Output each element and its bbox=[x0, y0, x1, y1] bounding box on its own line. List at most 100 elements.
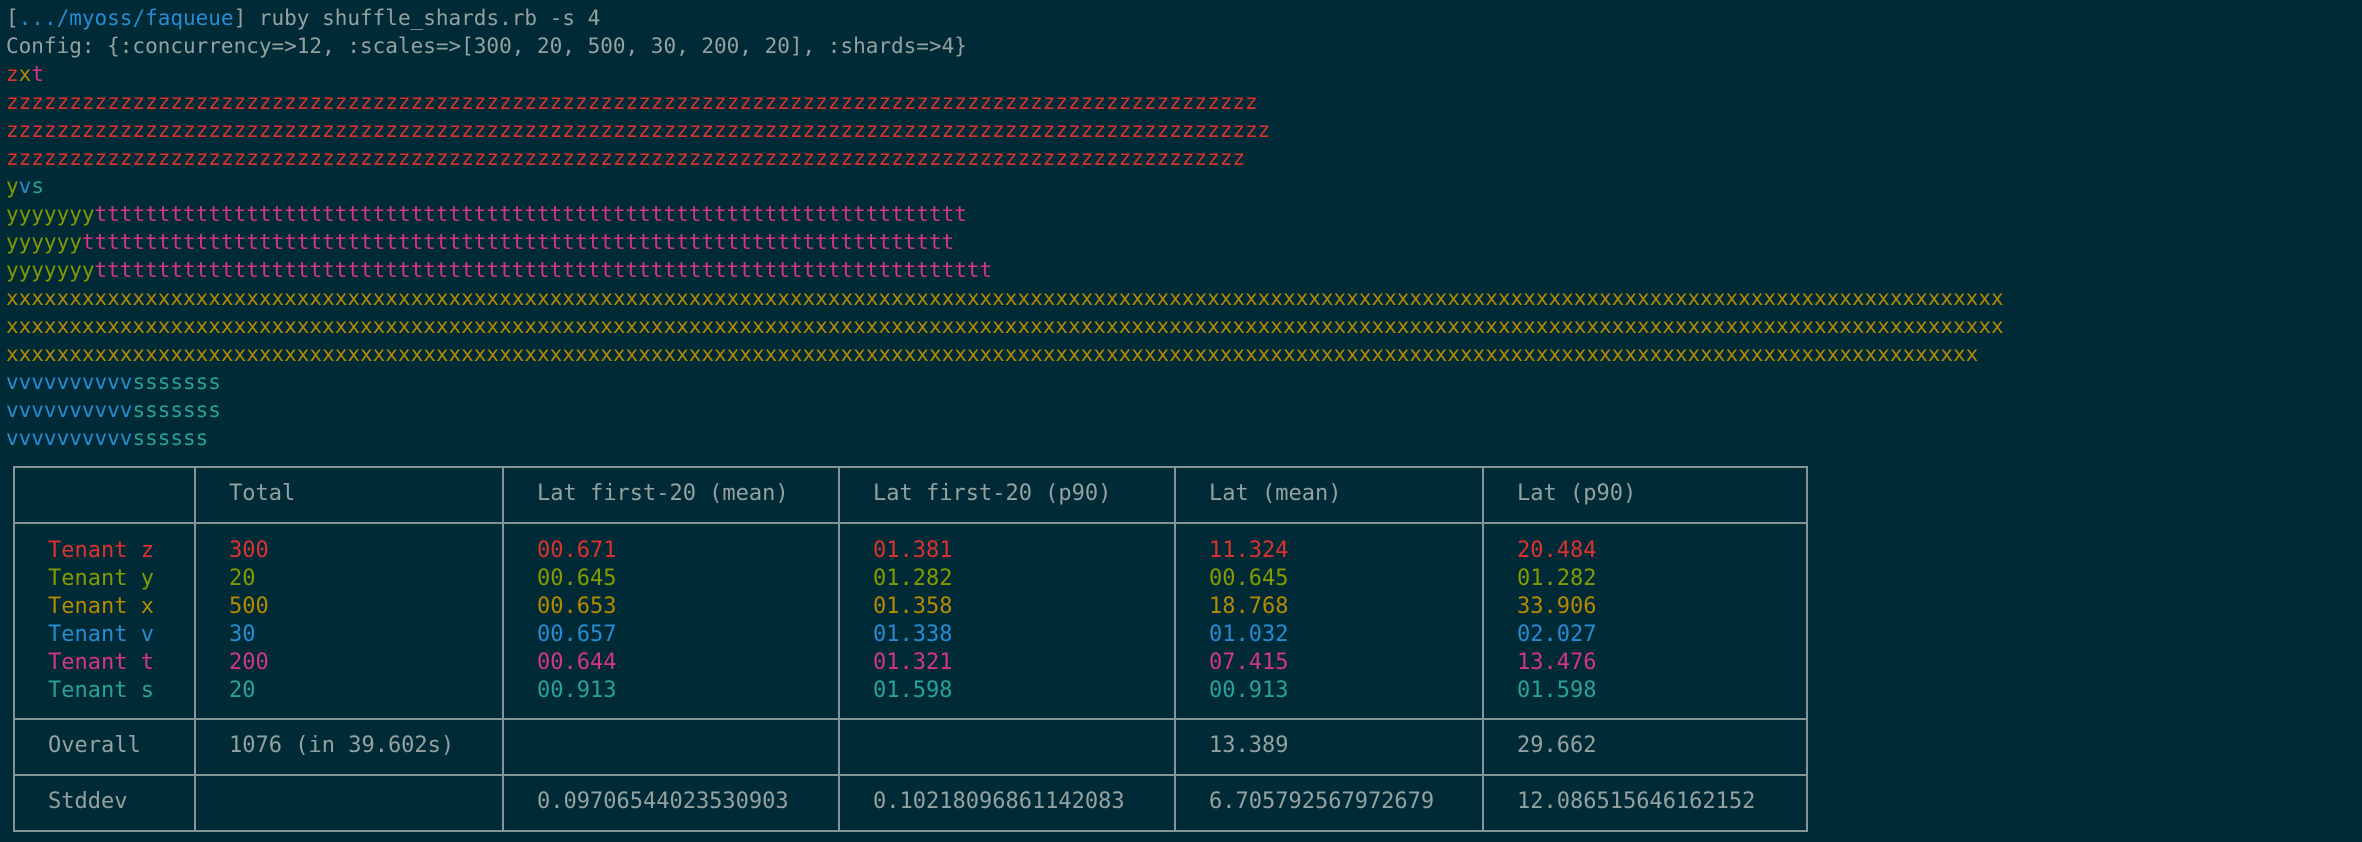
output-segment: xxxxxxxxxxxxxxxxxxxxxxxxxxxxxxxxxxxxxxxx… bbox=[6, 286, 2004, 310]
table-border-horizontal bbox=[13, 466, 1808, 468]
output-segment: zzzzzzzzzzzzzzzzzzzzzzzzzzzzzzzzzzzzzzzz… bbox=[6, 90, 1258, 114]
stddev-value: 6.705792567972679 bbox=[1209, 789, 1435, 814]
shard-row-line: zzzzzzzzzzzzzzzzzzzzzzzzzzzzzzzzzzzzzzzz… bbox=[6, 116, 1270, 144]
output-segment: yyyyyyy bbox=[6, 258, 95, 282]
table-border-vertical bbox=[1482, 466, 1484, 832]
tenant-value: 30 bbox=[229, 622, 256, 647]
stddev-value: 0.09706544023530903 bbox=[537, 789, 789, 814]
column-header: Lat (mean) bbox=[1209, 481, 1342, 506]
output-segment: vvvvvvvvvv bbox=[6, 426, 133, 450]
output-segment: z bbox=[6, 62, 19, 86]
prompt-command: ] ruby shuffle_shards.rb -s 4 bbox=[233, 6, 601, 30]
tenant-value: 00.913 bbox=[537, 678, 617, 703]
shard-row-line: xxxxxxxxxxxxxxxxxxxxxxxxxxxxxxxxxxxxxxxx… bbox=[6, 340, 1978, 368]
column-header: Lat first-20 (p90) bbox=[873, 481, 1112, 506]
shard-row-line: vvvvvvvvvvsssssss bbox=[6, 396, 221, 424]
shard-row-line: yyyyyyyttttttttttttttttttttttttttttttttt… bbox=[6, 200, 967, 228]
tenant-label: Tenant v bbox=[48, 622, 154, 647]
output-segment: tttttttttttttttttttttttttttttttttttttttt… bbox=[94, 202, 967, 226]
output-segment: yyyyyy bbox=[6, 230, 82, 254]
tenant-value: 01.338 bbox=[873, 622, 953, 647]
output-segment: vvvvvvvvvv bbox=[6, 398, 133, 422]
table-border-vertical bbox=[194, 466, 196, 832]
stddev-value: 12.086515646162152 bbox=[1517, 789, 1756, 814]
tenant-value: 00.671 bbox=[537, 538, 617, 563]
shard-row-line: vvvvvvvvvvsssssss bbox=[6, 368, 221, 396]
table-border-vertical bbox=[1174, 466, 1176, 832]
table-border-vertical bbox=[838, 466, 840, 832]
table-border-vertical bbox=[13, 466, 15, 832]
tenant-value: 00.645 bbox=[1209, 566, 1289, 591]
shard-row-line: zzzzzzzzzzzzzzzzzzzzzzzzzzzzzzzzzzzzzzzz… bbox=[6, 144, 1245, 172]
output-segment: xxxxxxxxxxxxxxxxxxxxxxxxxxxxxxxxxxxxxxxx… bbox=[6, 342, 1979, 366]
table-border-horizontal bbox=[13, 830, 1808, 832]
terminal-window: [.../myoss/faqueue] ruby shuffle_shards.… bbox=[0, 0, 2362, 842]
tenant-value: 01.598 bbox=[1517, 678, 1597, 703]
table-border-vertical bbox=[1806, 466, 1808, 832]
tenant-value: 13.476 bbox=[1517, 650, 1597, 675]
shard-row-line: yyyyyyyttttttttttttttttttttttttttttttttt… bbox=[6, 256, 992, 284]
output-segment: tttttttttttttttttttttttttttttttttttttttt… bbox=[94, 258, 993, 282]
tenant-value: 00.653 bbox=[537, 594, 617, 619]
output-segment: xxxxxxxxxxxxxxxxxxxxxxxxxxxxxxxxxxxxxxxx… bbox=[6, 314, 2004, 338]
shard-header-line: zxt bbox=[6, 60, 44, 88]
tenant-value: 01.282 bbox=[1517, 566, 1597, 591]
tenant-value: 18.768 bbox=[1209, 594, 1289, 619]
output-segment: sssssss bbox=[132, 370, 221, 394]
output-segment: s bbox=[31, 174, 44, 198]
tenant-value: 20.484 bbox=[1517, 538, 1597, 563]
tenant-label: Tenant y bbox=[48, 566, 154, 591]
shard-row-line: yyyyyytttttttttttttttttttttttttttttttttt… bbox=[6, 228, 954, 256]
shard-row-line: xxxxxxxxxxxxxxxxxxxxxxxxxxxxxxxxxxxxxxxx… bbox=[6, 284, 2004, 312]
output-segment: t bbox=[31, 62, 44, 86]
overall-value: 13.389 bbox=[1209, 733, 1289, 758]
output-segment: ssssss bbox=[132, 426, 209, 450]
tenant-label: Tenant t bbox=[48, 650, 154, 675]
tenant-value: 07.415 bbox=[1209, 650, 1289, 675]
tenant-value: 02.027 bbox=[1517, 622, 1597, 647]
tenant-value: 20 bbox=[229, 566, 256, 591]
column-header: Lat (p90) bbox=[1517, 481, 1637, 506]
tenant-value: 01.282 bbox=[873, 566, 953, 591]
overall-label: Overall bbox=[48, 733, 141, 758]
tenant-value: 11.324 bbox=[1209, 538, 1289, 563]
overall-value: 1076 (in 39.602s) bbox=[229, 733, 455, 758]
tenant-label: Tenant x bbox=[48, 594, 154, 619]
output-segment: x bbox=[18, 62, 32, 86]
tenant-value: 20 bbox=[229, 678, 256, 703]
tenant-value: 33.906 bbox=[1517, 594, 1597, 619]
tenant-value: 01.358 bbox=[873, 594, 953, 619]
output-segment: yyyyyyy bbox=[6, 202, 95, 226]
table-border-horizontal bbox=[13, 774, 1808, 776]
shard-row-line: vvvvvvvvvvssssss bbox=[6, 424, 208, 452]
config-line: Config: {:concurrency=>12, :scales=>[300… bbox=[6, 34, 967, 58]
prompt-open-bracket: [ bbox=[6, 6, 19, 30]
column-header: Lat first-20 (mean) bbox=[537, 481, 789, 506]
tenant-value: 00.913 bbox=[1209, 678, 1289, 703]
output-segment: zzzzzzzzzzzzzzzzzzzzzzzzzzzzzzzzzzzzzzzz… bbox=[6, 118, 1271, 142]
tenant-value: 01.321 bbox=[873, 650, 953, 675]
shard-header-line: yvs bbox=[6, 172, 44, 200]
column-header: Total bbox=[229, 481, 296, 506]
prompt-path: .../myoss/faqueue bbox=[18, 6, 234, 30]
tenant-value: 01.381 bbox=[873, 538, 953, 563]
output-segment: sssssss bbox=[132, 398, 221, 422]
stddev-label: Stddev bbox=[48, 789, 128, 814]
prompt-line: [.../myoss/faqueue] ruby shuffle_shards.… bbox=[6, 4, 600, 32]
tenant-label: Tenant s bbox=[48, 678, 154, 703]
tenant-value: 200 bbox=[229, 650, 269, 675]
tenant-value: 500 bbox=[229, 594, 269, 619]
shard-row-line: xxxxxxxxxxxxxxxxxxxxxxxxxxxxxxxxxxxxxxxx… bbox=[6, 312, 2004, 340]
output-segment: v bbox=[18, 174, 32, 198]
stddev-value: 0.10218096861142083 bbox=[873, 789, 1125, 814]
output-segment: zzzzzzzzzzzzzzzzzzzzzzzzzzzzzzzzzzzzzzzz… bbox=[6, 146, 1246, 170]
table-border-horizontal bbox=[13, 718, 1808, 720]
tenant-value: 300 bbox=[229, 538, 269, 563]
output-segment: y bbox=[6, 174, 19, 198]
tenant-value: 01.598 bbox=[873, 678, 953, 703]
shard-row-line: zzzzzzzzzzzzzzzzzzzzzzzzzzzzzzzzzzzzzzzz… bbox=[6, 88, 1258, 116]
output-segment: vvvvvvvvvv bbox=[6, 370, 133, 394]
table-border-horizontal bbox=[13, 522, 1808, 524]
table-border-vertical bbox=[502, 466, 504, 832]
tenant-value: 01.032 bbox=[1209, 622, 1289, 647]
